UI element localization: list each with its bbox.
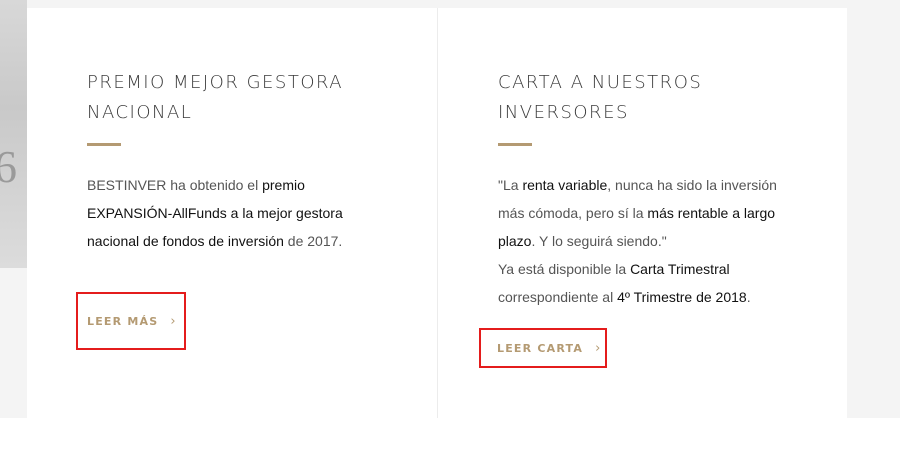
award-card: PREMIO MEJOR GESTORA NACIONAL BESTINVER … — [27, 8, 437, 418]
award-card-title-rule — [87, 143, 121, 146]
read-letter-button[interactable]: LEER CARTA › — [479, 328, 607, 368]
award-card-text: BESTINVER ha obtenido el premio EXPANSIÓ… — [87, 171, 387, 255]
letter-text-highlight: renta variable — [522, 177, 608, 193]
investor-letter-card: CARTA A NUESTROS INVERSORES "La renta va… — [438, 8, 847, 418]
letter-text-part: . Y lo seguirá siendo." — [531, 233, 667, 249]
background-photo-digit: 6 — [0, 141, 17, 192]
read-more-label: LEER MÁS — [87, 314, 159, 328]
chevron-right-icon: › — [595, 340, 601, 356]
letter-text-highlight: 4º Trimestre de 2018 — [617, 289, 747, 305]
investor-letter-card-text: "La renta variable, nunca ha sido la inv… — [498, 171, 798, 311]
chevron-right-icon: › — [170, 313, 176, 329]
investor-letter-card-title: CARTA A NUESTROS INVERSORES — [498, 72, 703, 123]
letter-text-highlight: Carta Trimestral — [630, 261, 730, 277]
read-letter-label: LEER CARTA — [497, 341, 584, 355]
letter-text-part: Ya está disponible la — [498, 261, 631, 277]
award-card-text-part: BESTINVER ha obtenido el — [87, 177, 263, 193]
letter-text-part: "La — [498, 177, 523, 193]
letter-text-part: correspondiente al — [498, 289, 618, 305]
award-card-title: PREMIO MEJOR GESTORA NACIONAL — [87, 72, 344, 123]
read-more-button[interactable]: LEER MÁS › — [76, 292, 186, 350]
background-photo: 6 — [0, 0, 27, 268]
investor-letter-card-title-rule — [498, 143, 532, 146]
letter-text-part: . — [746, 289, 751, 305]
award-card-text-part: de 2017. — [283, 233, 343, 249]
